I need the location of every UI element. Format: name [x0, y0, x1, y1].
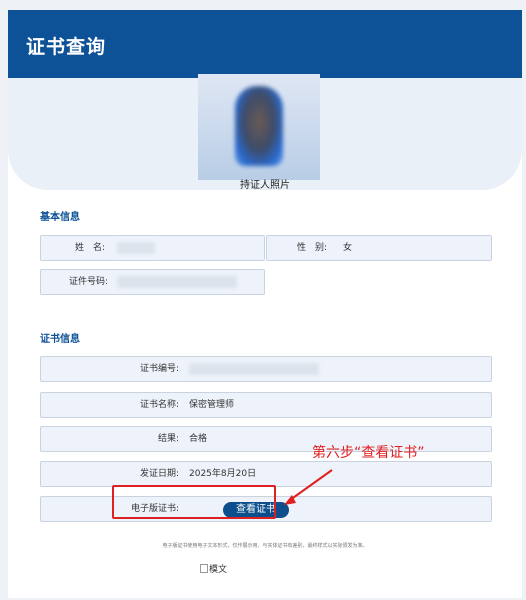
annotation-arrow-icon [284, 469, 333, 505]
